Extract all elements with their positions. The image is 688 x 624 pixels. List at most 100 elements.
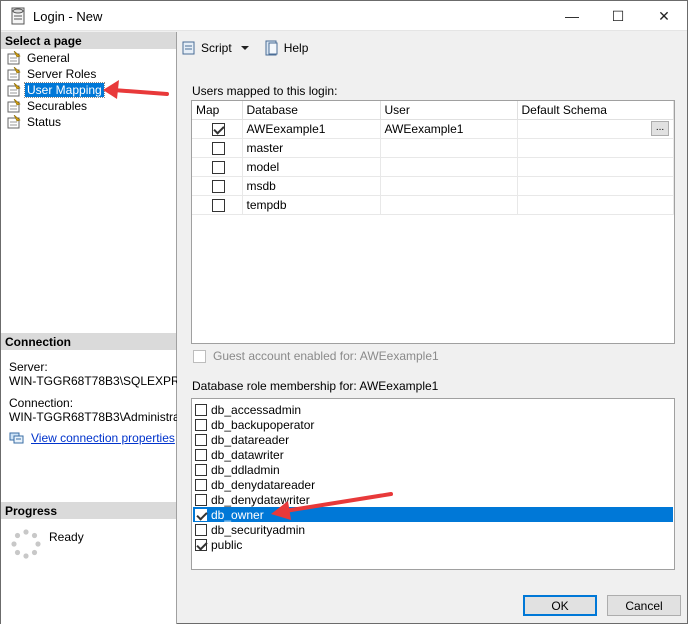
ok-button[interactable]: OK	[523, 595, 597, 616]
minimize-button[interactable]: —	[549, 1, 595, 31]
role-item-db-datareader[interactable]: db_datareader	[193, 432, 673, 447]
wrench-page-icon	[7, 67, 21, 81]
page-item-label: Server Roles	[27, 67, 97, 81]
role-checkbox[interactable]	[195, 478, 207, 491]
select-page-header: Select a page	[1, 32, 176, 49]
default-schema-cell[interactable]	[517, 138, 674, 158]
role-item-db-accessadmin[interactable]: db_accessadmin	[193, 402, 673, 417]
window-title: Login - New	[33, 9, 103, 24]
role-checkbox[interactable]	[195, 538, 207, 551]
server-label: Server:	[9, 360, 48, 374]
user-cell[interactable]	[380, 138, 518, 158]
chevron-down-icon[interactable]	[240, 44, 250, 52]
server-value: WIN-TGGR68T78B3\SQLEXPRESS	[9, 374, 177, 388]
column-header-default-schema[interactable]: Default Schema	[517, 101, 674, 120]
connection-properties-icon	[9, 432, 24, 444]
table-row[interactable]: model	[192, 157, 674, 177]
page-item-general[interactable]: General	[7, 50, 72, 66]
column-header-map[interactable]: Map	[192, 101, 243, 120]
map-checkbox[interactable]	[212, 198, 225, 212]
role-item-db-denydatareader[interactable]: db_denydatareader	[193, 477, 673, 492]
role-name: db_backupoperator	[211, 417, 315, 432]
default-schema-cell[interactable]	[517, 176, 674, 196]
database-icon	[11, 7, 25, 25]
role-checkbox[interactable]	[195, 508, 207, 521]
database-cell: tempdb	[242, 195, 381, 215]
annotation-arrow-db-owner	[271, 492, 393, 520]
guest-account-label: Guest account enabled for: AWEexample1	[213, 349, 439, 363]
annotation-arrow-user-mapping	[103, 80, 169, 99]
default-schema-cell[interactable]	[517, 195, 674, 215]
user-cell[interactable]	[380, 176, 518, 196]
role-item-db-ddladmin[interactable]: db_ddladmin	[193, 462, 673, 477]
progress-header: Progress	[1, 502, 176, 519]
close-button[interactable]: ✕	[641, 1, 687, 31]
column-header-user[interactable]: User	[380, 101, 518, 120]
maximize-button[interactable]: ☐	[595, 1, 641, 31]
map-checkbox[interactable]	[212, 122, 225, 136]
table-row[interactable]: AWEexample1 AWEexample1...	[192, 119, 674, 139]
role-name: db_owner	[211, 507, 264, 522]
table-row[interactable]: tempdb	[192, 195, 674, 215]
database-cell: msdb	[242, 176, 381, 196]
page-item-status[interactable]: Status	[7, 114, 63, 130]
left-pane: Select a page General Server Roles User Ma…	[1, 32, 177, 624]
role-checkbox[interactable]	[195, 463, 207, 476]
user-mapping-grid: Map Database User Default Schema AWEexam…	[191, 100, 675, 344]
users-mapped-label: Users mapped to this login:	[192, 84, 338, 98]
help-icon	[265, 40, 278, 56]
user-cell[interactable]: AWEexample1	[380, 119, 518, 139]
view-connection-properties[interactable]: View connection properties	[9, 431, 175, 445]
page-item-label: Status	[27, 115, 62, 129]
wrench-page-icon	[7, 99, 21, 113]
table-row[interactable]: master	[192, 138, 674, 158]
role-item-db-datawriter[interactable]: db_datawriter	[193, 447, 673, 462]
help-label: Help	[283, 41, 309, 55]
user-cell[interactable]	[380, 157, 518, 177]
page-item-user-mapping[interactable]: User Mapping	[7, 82, 105, 98]
database-cell: model	[242, 157, 381, 177]
map-checkbox[interactable]	[212, 179, 225, 193]
role-name: db_datareader	[211, 432, 290, 447]
column-header-database[interactable]: Database	[242, 101, 381, 120]
grid-header-row: Map Database User Default Schema	[192, 101, 674, 120]
progress-status: Ready	[49, 530, 84, 544]
script-icon	[182, 41, 195, 55]
connection-value: WIN-TGGR68T78B3\Administrator	[9, 410, 177, 424]
role-checkbox[interactable]	[195, 493, 207, 506]
help-button[interactable]: Help	[264, 40, 309, 56]
table-row[interactable]: msdb	[192, 176, 674, 196]
wrench-page-icon	[7, 51, 21, 65]
role-name: db_datawriter	[211, 447, 284, 462]
role-name: db_ddladmin	[211, 462, 280, 477]
page-item-securables[interactable]: Securables	[7, 98, 89, 114]
guest-account-checkbox[interactable]	[193, 349, 206, 363]
title-bar: Login - New — ☐ ✕	[1, 1, 687, 31]
role-checkbox[interactable]	[195, 448, 207, 461]
page-item-label: User Mapping	[24, 82, 105, 98]
default-schema-cell[interactable]: ...	[517, 119, 674, 139]
view-connection-link[interactable]: View connection properties	[31, 431, 175, 445]
role-membership-list: db_accessadmin db_backupoperator db_datare…	[191, 398, 675, 570]
role-item-db-securityadmin[interactable]: db_securityadmin	[193, 522, 673, 537]
role-item-db-owner[interactable]: db_owner	[193, 507, 673, 522]
role-checkbox[interactable]	[195, 418, 207, 431]
role-name: public	[211, 537, 243, 552]
page-item-server-roles[interactable]: Server Roles	[7, 66, 98, 82]
cancel-button[interactable]: Cancel	[607, 595, 681, 616]
user-cell[interactable]	[380, 195, 518, 215]
guest-account-option: Guest account enabled for: AWEexample1	[193, 349, 439, 363]
map-checkbox[interactable]	[212, 141, 225, 155]
script-button[interactable]: Script	[181, 40, 254, 56]
map-checkbox[interactable]	[212, 160, 225, 174]
role-checkbox[interactable]	[195, 433, 207, 446]
role-item-public[interactable]: public	[193, 537, 673, 552]
page-item-label: Securables	[27, 99, 88, 113]
browse-schema-button[interactable]: ...	[651, 121, 669, 136]
role-item-db-denydatawriter[interactable]: db_denydatawriter	[193, 492, 673, 507]
role-item-db-backupoperator[interactable]: db_backupoperator	[193, 417, 673, 432]
role-checkbox[interactable]	[195, 403, 207, 416]
default-schema-cell[interactable]	[517, 157, 674, 177]
role-checkbox[interactable]	[195, 523, 207, 536]
database-cell: AWEexample1	[242, 119, 381, 139]
